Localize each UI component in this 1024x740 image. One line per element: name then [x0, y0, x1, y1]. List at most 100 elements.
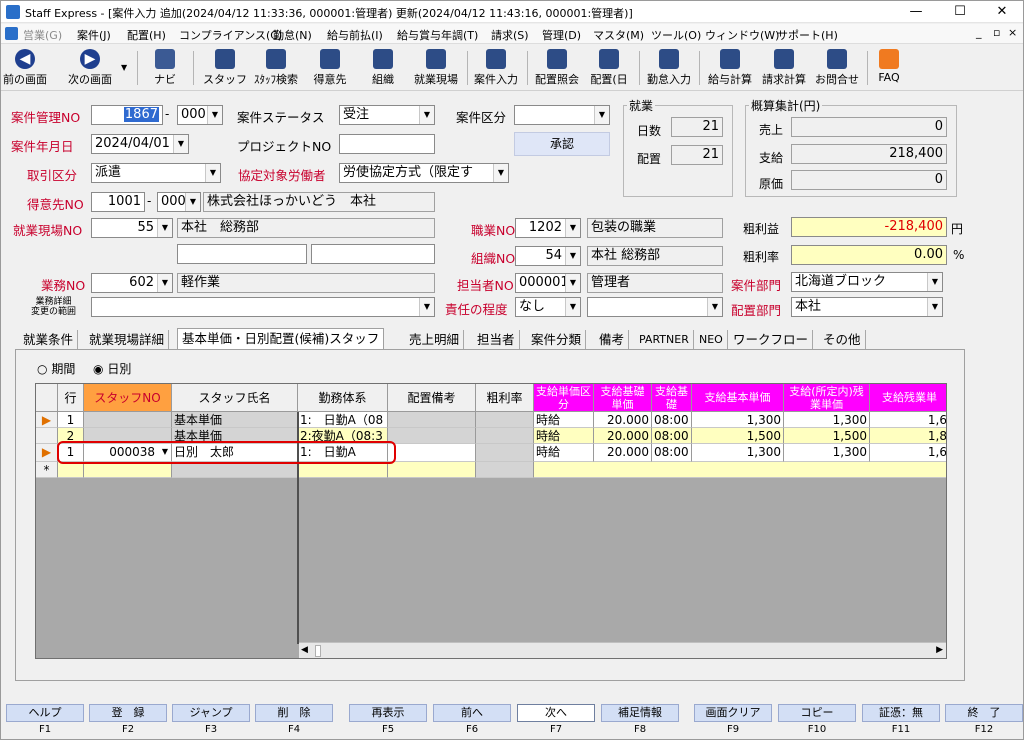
- placement-daily-button[interactable]: 配置(日: [587, 47, 631, 89]
- prev-screen-button[interactable]: ◀ 前の画面: [1, 47, 49, 89]
- menu-case[interactable]: 案件(J): [77, 27, 111, 43]
- billing-calc-button[interactable]: 請求計算: [759, 47, 809, 89]
- business-no-select[interactable]: 602 ▼: [91, 273, 173, 293]
- menu-advance-pay[interactable]: 給与前払(I): [327, 27, 383, 43]
- case-date-input[interactable]: 2024/04/01 ▼: [91, 134, 189, 154]
- col-header-shift[interactable]: 勤務体系: [298, 384, 388, 412]
- grid-cell-pay-unit-type[interactable]: 時給: [534, 444, 594, 462]
- next-dropdown-icon[interactable]: ▼: [121, 63, 127, 72]
- grid-new-cell[interactable]: [298, 462, 388, 478]
- menu-master[interactable]: マスタ(M): [593, 27, 644, 43]
- mdi-minimize-button[interactable]: _: [976, 26, 982, 39]
- grid-cell-pay-unit-type[interactable]: 時給: [534, 412, 594, 428]
- biz-detail-select[interactable]: ▼: [91, 297, 435, 317]
- col-header-gross-rate[interactable]: 粗利率: [476, 384, 534, 412]
- menu-support[interactable]: サポート(H): [777, 27, 838, 43]
- grid-cell-pay-base-unit[interactable]: 20.000: [594, 412, 652, 428]
- project-no-input[interactable]: [339, 134, 435, 154]
- grid-cell-pay-base[interactable]: 08:00: [652, 428, 692, 444]
- grid-cell-place-note[interactable]: [388, 444, 476, 462]
- case-mgmt-no-input[interactable]: 1867: [91, 105, 163, 125]
- org-button[interactable]: 組織: [361, 47, 405, 89]
- grid-cell-staff-no[interactable]: [84, 412, 172, 428]
- scroll-left-icon[interactable]: ◀: [301, 645, 308, 655]
- tab-workflow[interactable]: ワークフロー: [729, 330, 814, 350]
- grid-cell-pay-base[interactable]: 08:00: [652, 412, 692, 428]
- agreement-target-select[interactable]: 労使協定方式（限定す ▼: [339, 163, 509, 183]
- col-header-pay-unit-type[interactable]: 支給単価区分: [534, 384, 594, 412]
- worksite-extra-1-input[interactable]: [177, 244, 307, 264]
- menu-salary[interactable]: 給与賞与年調(T): [397, 27, 478, 43]
- grid-cell-pay-base-unit[interactable]: 20.000: [594, 444, 652, 462]
- f5-refresh-button[interactable]: 再表示: [349, 704, 427, 722]
- faq-button[interactable]: FAQ: [873, 47, 905, 89]
- f10-copy-button[interactable]: コピー: [778, 704, 856, 722]
- scroll-right-icon[interactable]: ▶: [936, 645, 943, 655]
- col-header-staff-no[interactable]: スタッフNO: [84, 384, 172, 412]
- col-header-pay-base-unit[interactable]: 支給基礎単価: [594, 384, 652, 412]
- staff-grid[interactable]: 行 スタッフNO スタッフ氏名 勤務体系 配置備考 粗利率 支給単価区分 支給基…: [35, 383, 947, 659]
- placement-query-button[interactable]: 配置照会: [533, 47, 581, 89]
- worksite-button[interactable]: 就業現場: [411, 47, 461, 89]
- f11-voucher-button[interactable]: 証憑：無: [862, 704, 940, 722]
- f6-prev-button[interactable]: 前へ: [433, 704, 511, 722]
- trade-type-select[interactable]: 派遣 ▼: [91, 163, 221, 183]
- grid-new-cell[interactable]: [534, 462, 946, 478]
- col-header-pay-overtime[interactable]: 支給残業単: [870, 384, 946, 412]
- grid-cell-pay-base[interactable]: 08:00: [652, 444, 692, 462]
- grid-cell-pay-overtime[interactable]: 1,6: [870, 444, 946, 462]
- grid-cell-pay-overtime-unit[interactable]: 1,500: [784, 428, 870, 444]
- next-screen-button[interactable]: ▶ 次の画面: [65, 47, 115, 89]
- grid-cell-gross-rate[interactable]: [476, 428, 534, 444]
- menu-compliance[interactable]: コンプライアンス(C): [179, 27, 282, 43]
- salary-calc-button[interactable]: 給与計算: [705, 47, 755, 89]
- grid-new-cell[interactable]: [58, 462, 84, 478]
- case-dept-select[interactable]: 北海道ブロック ▼: [791, 272, 943, 292]
- f9-clear-button[interactable]: 画面クリア: [694, 704, 772, 722]
- row-selector[interactable]: [36, 428, 58, 444]
- mdi-close-button[interactable]: ×: [1008, 26, 1017, 39]
- grid-cell-gross-rate[interactable]: [476, 412, 534, 428]
- case-category-select[interactable]: ▼: [514, 105, 610, 125]
- f8-supplement-button[interactable]: 補足情報: [601, 704, 679, 722]
- case-mgmt-sub-select[interactable]: 000 ▼: [177, 105, 223, 125]
- col-header-pay-basic-unit[interactable]: 支給基本単価: [692, 384, 784, 412]
- worksite-extra-2-input[interactable]: [311, 244, 435, 264]
- client-sub-select[interactable]: 000 ▼: [157, 192, 201, 212]
- f12-exit-button[interactable]: 終 了: [945, 704, 1023, 722]
- inquiry-button[interactable]: お問合せ: [813, 47, 861, 89]
- col-header-pay-overtime-unit[interactable]: 支給(所定内)残業単価: [784, 384, 870, 412]
- f1-help-button[interactable]: ヘルプ: [6, 704, 84, 722]
- grid-cell-pay-basic-unit[interactable]: 1,500: [692, 428, 784, 444]
- grid-cell-pay-basic-unit[interactable]: 1,300: [692, 444, 784, 462]
- f4-delete-button[interactable]: 削 除: [255, 704, 333, 722]
- grid-cell-place-note[interactable]: [388, 412, 476, 428]
- f7-next-button[interactable]: 次へ: [517, 704, 595, 722]
- menu-billing[interactable]: 請求(S): [491, 27, 529, 43]
- close-button[interactable]: ✕: [979, 1, 1024, 23]
- grid-new-cell[interactable]: [84, 462, 172, 478]
- grid-cell-pay-unit-type[interactable]: 時給: [534, 428, 594, 444]
- case-status-select[interactable]: 受注 ▼: [339, 105, 435, 125]
- worksite-no-select[interactable]: 55 ▼: [91, 218, 173, 238]
- grid-cell-staff-name[interactable]: 基本単価: [172, 412, 298, 428]
- grid-new-cell[interactable]: [172, 462, 298, 478]
- grid-cell-pay-overtime[interactable]: 1,8: [870, 428, 946, 444]
- attendance-input-button[interactable]: 勤怠入力: [645, 47, 693, 89]
- case-input-button[interactable]: 案件入力: [471, 47, 521, 89]
- row-selector-icon[interactable]: ▶: [36, 412, 58, 428]
- client-no-input[interactable]: 1001: [91, 192, 145, 212]
- f3-jump-button[interactable]: ジャンプ: [172, 704, 250, 722]
- col-header-place-note[interactable]: 配置備考: [388, 384, 476, 412]
- grid-cell-pay-overtime[interactable]: 1,6: [870, 412, 946, 428]
- minimize-button[interactable]: —: [893, 1, 939, 23]
- place-dept-select[interactable]: 本社 ▼: [791, 297, 943, 317]
- grid-cell-pay-overtime-unit[interactable]: 1,300: [784, 412, 870, 428]
- tab-other[interactable]: その他: [819, 330, 866, 350]
- approve-button[interactable]: 承認: [514, 132, 610, 156]
- tab-partner[interactable]: PARTNER: [635, 330, 694, 350]
- grid-cell-pay-overtime-unit[interactable]: 1,300: [784, 444, 870, 462]
- tab-remarks[interactable]: 備考: [595, 330, 630, 350]
- navi-button[interactable]: ナビ: [149, 47, 181, 89]
- grid-new-cell[interactable]: [388, 462, 476, 478]
